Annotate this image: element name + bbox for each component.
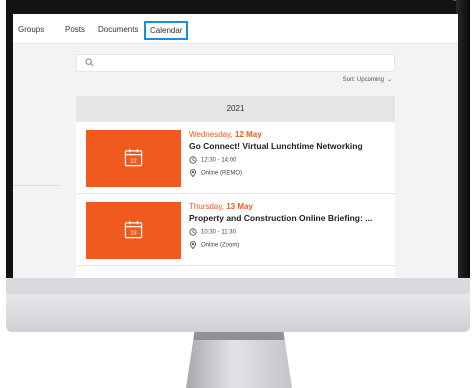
event-time-text: 12:30 - 14:00	[201, 157, 237, 164]
top-nav: Groups Posts Documents Calendar	[13, 14, 458, 44]
calendar-day-number: 12	[130, 159, 136, 165]
event-weekday: Thursday,	[189, 202, 224, 211]
event-title[interactable]: Property and Construction Online Briefin…	[189, 213, 389, 223]
event-time: 10:30 - 11:30	[189, 228, 236, 236]
tab-calendar[interactable]: Calendar	[144, 21, 189, 40]
location-pin-icon	[190, 169, 196, 177]
monitor-chin-top	[6, 278, 470, 294]
tab-groups[interactable]: Groups	[18, 25, 44, 34]
sort-dropdown[interactable]: Sort: Upcoming ⌄	[343, 76, 392, 83]
calendar-icon: 13	[124, 220, 143, 239]
search-input[interactable]	[99, 57, 389, 69]
bezel-edge	[456, 0, 470, 294]
event-title[interactable]: Go Connect! Virtual Lunchtime Networking	[189, 141, 389, 151]
event-thumbnail[interactable]: 12	[86, 130, 181, 187]
clock-icon	[189, 228, 197, 236]
location-pin-icon	[190, 241, 196, 249]
event-date: Wednesday, 12 May	[189, 130, 262, 139]
search-bar[interactable]	[76, 54, 395, 72]
calendar-icon: 12	[124, 148, 143, 167]
monitor-mockup: Groups Posts Documents Calendar Sort: Up…	[0, 0, 474, 388]
tab-documents[interactable]: Documents	[98, 25, 138, 34]
event-card[interactable]: 12 Wednesday, 12 May Go Connect! Virtual…	[76, 122, 395, 194]
monitor-chin	[6, 294, 470, 332]
year-header: 2021	[76, 96, 395, 122]
event-location: Online (REMO)	[189, 169, 242, 177]
event-location-text: Online (Zoom)	[201, 242, 240, 249]
search-icon	[85, 58, 94, 67]
event-time: 12:30 - 14:00	[189, 156, 236, 164]
sidebar-divider	[13, 185, 59, 186]
event-card-partial	[76, 266, 395, 278]
tab-posts[interactable]: Posts	[65, 25, 85, 34]
sidebar	[13, 45, 59, 278]
monitor-screen: Groups Posts Documents Calendar Sort: Up…	[13, 14, 458, 278]
sort-label: Sort: Upcoming	[342, 77, 384, 83]
event-location: Online (Zoom)	[189, 241, 239, 249]
event-day: 12 May	[234, 130, 262, 139]
event-date: Thursday, 13 May	[189, 202, 253, 211]
event-time-text: 10:30 - 11:30	[201, 229, 236, 236]
event-card[interactable]: 13 Thursday, 13 May Property and Constru…	[76, 194, 395, 266]
event-location-text: Online (REMO)	[201, 170, 243, 177]
chevron-down-icon: ⌄	[386, 77, 392, 83]
calendar-day-number: 13	[130, 231, 136, 237]
clock-icon	[189, 156, 197, 164]
event-weekday: Wednesday,	[189, 130, 233, 139]
monitor-stand-shadow	[193, 332, 285, 340]
event-thumbnail[interactable]: 13	[86, 202, 181, 259]
monitor-stand	[186, 332, 292, 388]
event-day: 13 May	[226, 202, 253, 211]
